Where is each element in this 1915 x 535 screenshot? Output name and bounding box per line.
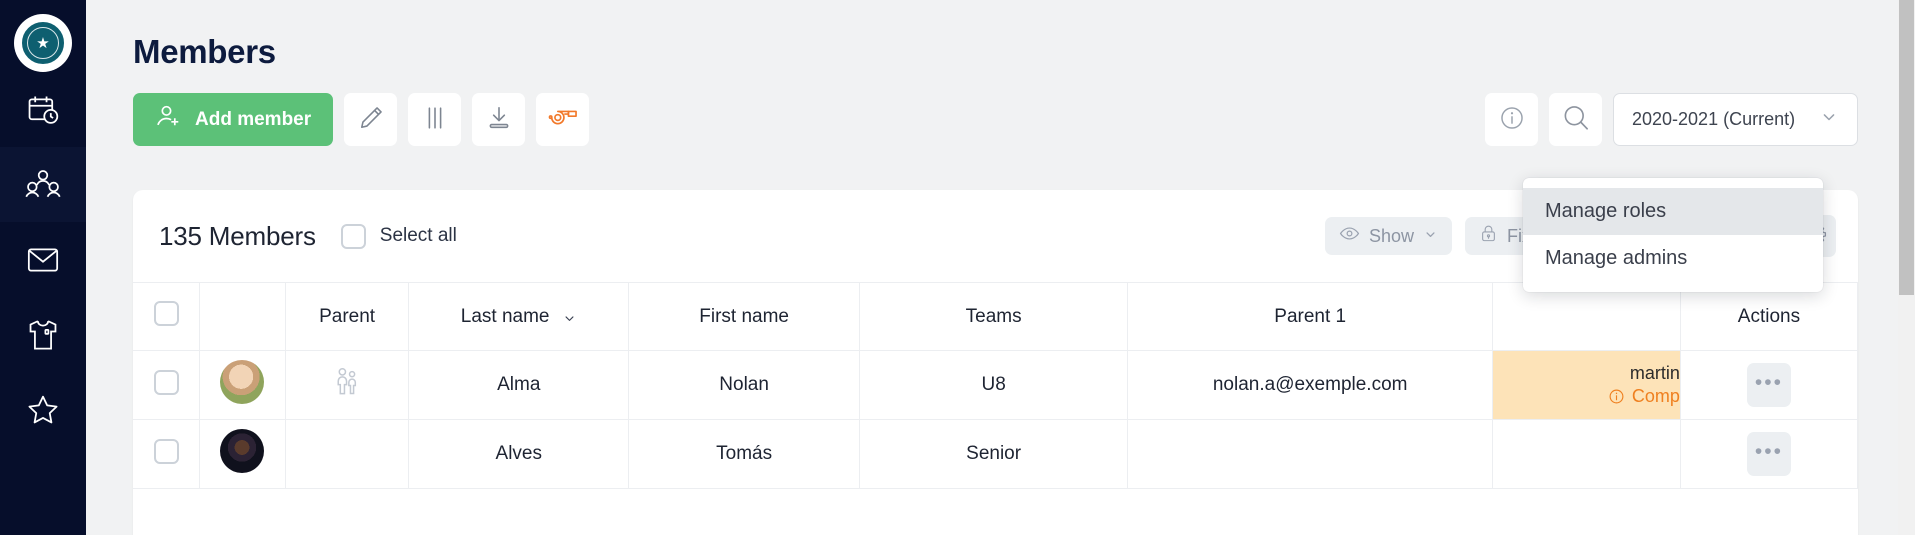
- row-parent-cell: [285, 419, 410, 489]
- columns-button[interactable]: [408, 93, 462, 146]
- column-parent-1[interactable]: Parent 1: [1127, 282, 1494, 351]
- edit-button[interactable]: [344, 93, 398, 146]
- row-warning-cell: [1492, 419, 1681, 489]
- add-member-button[interactable]: Add member: [133, 93, 334, 146]
- main-content: Members Add member 2020-2021 (Current) 1…: [86, 0, 1915, 535]
- ellipsis-icon[interactable]: •••: [1746, 432, 1791, 476]
- column-select: [133, 282, 201, 351]
- row-select-cell: [133, 419, 201, 489]
- info-circle-icon: [1608, 386, 1625, 407]
- column-actions: Actions: [1680, 282, 1858, 351]
- info-button[interactable]: [1485, 93, 1538, 146]
- row-first-name: Tomás: [628, 419, 860, 489]
- menu-item-manage-roles[interactable]: Manage roles: [1523, 188, 1823, 235]
- club-logo-badge: ★: [20, 20, 66, 66]
- whistle-icon: [548, 105, 578, 134]
- star-outline-icon: [26, 393, 60, 427]
- download-icon: [485, 104, 513, 135]
- table-row[interactable]: Alma Nolan U8 nolan.a@exemple.com martin: [133, 350, 1858, 420]
- select-all-label: Select all: [379, 225, 457, 246]
- ellipsis-icon[interactable]: •••: [1746, 363, 1791, 407]
- columns-icon: [421, 104, 449, 135]
- star-icon: ★: [36, 34, 50, 52]
- avatar: [220, 360, 265, 404]
- eye-icon: [1339, 223, 1360, 249]
- sidebar-item-members[interactable]: [0, 147, 86, 222]
- envelope-icon: [26, 245, 60, 275]
- sidebar-item-favorites[interactable]: [0, 372, 86, 447]
- table-row[interactable]: Alves Tomás Senior •••: [133, 419, 1858, 489]
- members-table-head: Parent Last name First name Teams Parent…: [133, 282, 1858, 351]
- column-teams[interactable]: Teams: [859, 282, 1129, 351]
- row-teams: U8: [859, 350, 1129, 420]
- row-last-name: Alma: [408, 350, 630, 420]
- select-all-rows-checkbox[interactable]: [153, 301, 179, 326]
- vertical-scrollbar[interactable]: [1898, 0, 1915, 535]
- show-dropdown[interactable]: Show: [1324, 217, 1452, 255]
- chevron-down-icon: [1819, 107, 1839, 132]
- members-table-body: Alma Nolan U8 nolan.a@exemple.com martin: [133, 350, 1858, 489]
- user-plus-icon: [155, 103, 182, 136]
- row-first-name: Nolan: [628, 350, 860, 420]
- family-icon: [334, 367, 360, 402]
- lock-icon: [1479, 224, 1498, 248]
- tshirt-icon: [27, 318, 59, 352]
- club-logo[interactable]: ★: [14, 14, 72, 72]
- download-button[interactable]: [472, 93, 526, 146]
- menu-item-manage-admins[interactable]: Manage admins: [1523, 235, 1823, 282]
- column-parent[interactable]: Parent: [285, 282, 410, 351]
- row-actions-cell: •••: [1680, 350, 1858, 420]
- show-label: Show: [1368, 225, 1414, 246]
- sidebar-item-calendar[interactable]: [0, 72, 86, 147]
- row-checkbox[interactable]: [153, 438, 179, 464]
- season-select[interactable]: 2020-2021 (Current): [1613, 93, 1858, 146]
- app-root: ★ Members Add member 2020-2021 (Current)…: [0, 0, 1915, 535]
- row-warning-status-label: Comp: [1631, 386, 1680, 406]
- sidebar: ★: [0, 0, 86, 535]
- column-avatar: [199, 282, 286, 351]
- row-parent-1: [1127, 419, 1494, 489]
- column-first-name[interactable]: First name: [628, 282, 860, 351]
- row-warning-email: martin: [1629, 363, 1680, 383]
- column-last-name[interactable]: Last name: [408, 282, 630, 351]
- search-button[interactable]: [1549, 93, 1602, 146]
- row-parent-cell: [285, 350, 410, 420]
- search-icon: [1561, 103, 1591, 136]
- row-warning-cell[interactable]: martin Comp: [1492, 350, 1681, 420]
- page-toolbar: Add member 2020-2021 (Current): [133, 93, 1915, 146]
- chevron-down-icon: [562, 310, 577, 325]
- chevron-down-icon: [1423, 227, 1438, 245]
- members-count: 135 Members: [159, 220, 316, 251]
- members-group-icon: [25, 168, 61, 202]
- page-title: Members: [133, 33, 276, 70]
- row-last-name: Alves: [408, 419, 630, 489]
- season-value: 2020-2021 (Current): [1632, 109, 1796, 129]
- avatar: [220, 429, 265, 473]
- members-table: Parent Last name First name Teams Parent…: [133, 282, 1858, 489]
- toolbar-right-group: 2020-2021 (Current): [1474, 93, 1858, 146]
- select-all-checkbox[interactable]: [340, 223, 366, 249]
- row-actions-cell: •••: [1680, 419, 1858, 489]
- calendar-clock-icon: [26, 93, 60, 127]
- row-avatar-cell: [199, 350, 286, 420]
- row-checkbox[interactable]: [153, 369, 179, 395]
- column-last-name-label: Last name: [460, 305, 550, 327]
- row-warning-status: Comp: [1608, 386, 1680, 407]
- add-member-label: Add member: [195, 108, 312, 130]
- select-all-group: Select all: [340, 223, 457, 249]
- row-select-cell: [133, 350, 201, 420]
- row-teams: Senior: [859, 419, 1129, 489]
- column-warning: [1492, 282, 1681, 351]
- table-header-row: Parent Last name First name Teams Parent…: [133, 282, 1858, 351]
- row-avatar-cell: [199, 419, 286, 489]
- sidebar-item-messages[interactable]: [0, 222, 86, 297]
- row-parent-1: nolan.a@exemple.com: [1127, 350, 1494, 420]
- pencil-icon: [357, 104, 385, 135]
- manage-menu: Manage roles Manage admins: [1523, 178, 1823, 292]
- sidebar-item-shop[interactable]: [0, 297, 86, 372]
- vertical-scrollbar-thumb[interactable]: [1899, 0, 1914, 295]
- info-circle-icon: [1498, 104, 1526, 135]
- coach-button[interactable]: [536, 93, 590, 146]
- row-warning-content: martin Comp: [1493, 363, 1680, 407]
